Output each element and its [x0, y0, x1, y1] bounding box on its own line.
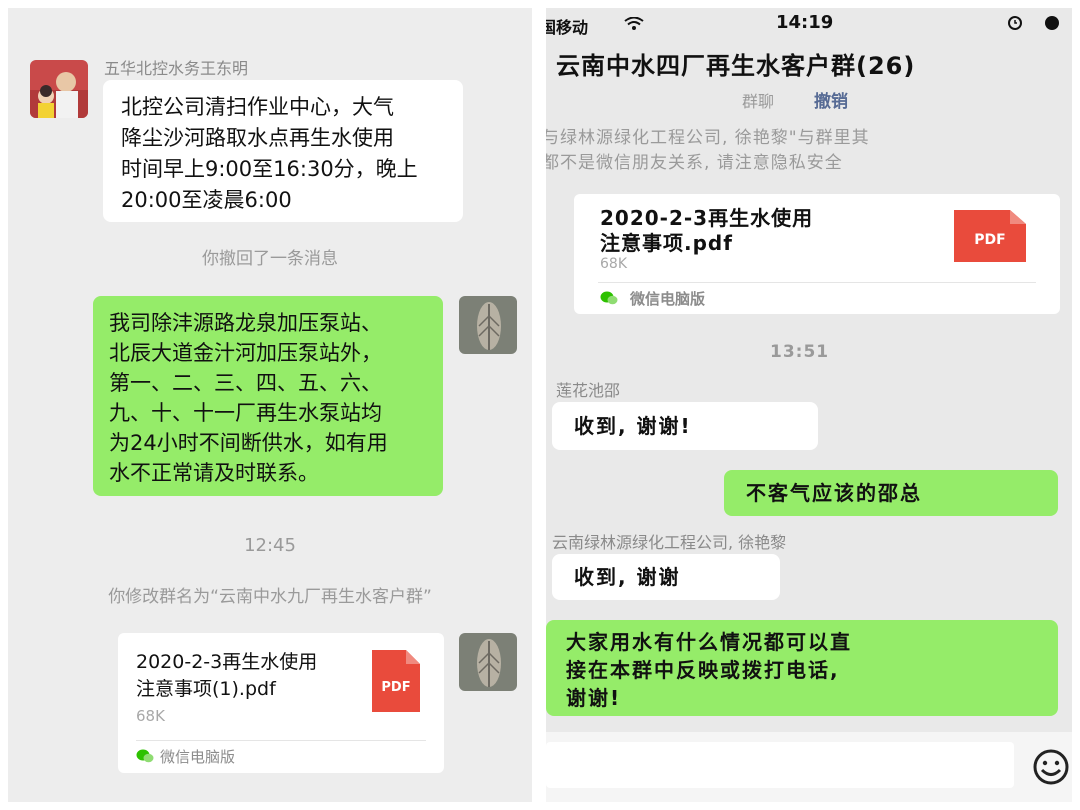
- alarm-icon: [1004, 14, 1026, 34]
- sender-avatar[interactable]: [30, 60, 88, 118]
- left-chat-screenshot: 五华北控水务王东明 北控公司清扫作业中心，大气 降尘沙河路取水点再生水使用 时间…: [8, 8, 532, 802]
- file-size: 68K: [136, 707, 165, 725]
- message-bubble-own[interactable]: 大家用水有什么情况都可以直 接在本群中反映或拨打电话, 谢谢!: [546, 620, 1058, 716]
- timestamp: 12:45: [244, 535, 296, 556]
- message-bubble-own[interactable]: 不客气应该的邵总: [724, 470, 1058, 516]
- wechat-icon: [600, 290, 618, 305]
- message-input-bar: [546, 732, 1072, 802]
- file-message-card[interactable]: 2020-2-3再生水使用 注意事项.pdf 68K PDF 微信电脑版: [574, 194, 1060, 314]
- file-name: 2020-2-3再生水使用 注意事项.pdf: [600, 206, 814, 255]
- message-input[interactable]: [546, 742, 1014, 788]
- sender-name: 云南绿林源绿化工程公司, 徐艳黎: [552, 533, 787, 552]
- divider: [136, 740, 426, 741]
- own-avatar[interactable]: [459, 296, 517, 354]
- right-chat-screenshot: 国移动 14:19 云南中水四厂再生水客户群(26) 群聊 撤销 与绿林源绿化工…: [546, 8, 1072, 802]
- status-carrier: 国移动: [546, 18, 589, 37]
- own-avatar[interactable]: [459, 633, 517, 691]
- chat-title: 云南中水四厂再生水客户群(26): [556, 52, 916, 80]
- file-message-card[interactable]: 2020-2-3再生水使用 注意事项(1).pdf 68K PDF 微信电脑版: [118, 633, 444, 773]
- sender-name: 莲花池邵: [556, 381, 621, 400]
- battery-icon: [1040, 14, 1064, 34]
- message-bubble[interactable]: 收到, 谢谢!: [552, 402, 818, 450]
- wifi-icon: [624, 16, 644, 35]
- undo-link[interactable]: 撤销: [814, 87, 848, 112]
- emoji-icon[interactable]: [1032, 748, 1070, 790]
- message-bubble[interactable]: 北控公司清扫作业中心，大气 降尘沙河路取水点再生水使用 时间早上9:00至16:…: [103, 80, 463, 222]
- pdf-icon: PDF: [372, 650, 420, 712]
- divider: [598, 282, 1036, 283]
- file-source: 微信电脑版: [630, 290, 706, 308]
- timestamp: 13:51: [770, 342, 830, 362]
- message-bubble[interactable]: 收到, 谢谢: [552, 554, 780, 600]
- status-time: 14:19: [776, 12, 834, 33]
- file-size: 68K: [600, 256, 627, 272]
- message-bubble-own[interactable]: 我司除沣源路龙泉加压泵站、 北辰大道金汁河加压泵站外， 第一、二、三、四、五、六…: [93, 296, 443, 496]
- group-label: 群聊: [742, 92, 775, 111]
- pdf-icon: PDF: [954, 210, 1026, 262]
- file-name: 2020-2-3再生水使用 注意事项(1).pdf: [136, 651, 318, 700]
- recall-notice: 你撤回了一条消息: [202, 249, 338, 269]
- wechat-icon: [136, 748, 154, 763]
- sender-name: 五华北控水务王东明: [104, 59, 249, 78]
- privacy-notice: 与绿林源绿化工程公司, 徐艳黎"与群里其 都不是微信朋友关系, 请注意隐私安全: [546, 128, 870, 173]
- rename-notice: 你修改群名为“云南中水九厂再生水客户群”: [108, 587, 432, 607]
- file-source: 微信电脑版: [160, 748, 236, 766]
